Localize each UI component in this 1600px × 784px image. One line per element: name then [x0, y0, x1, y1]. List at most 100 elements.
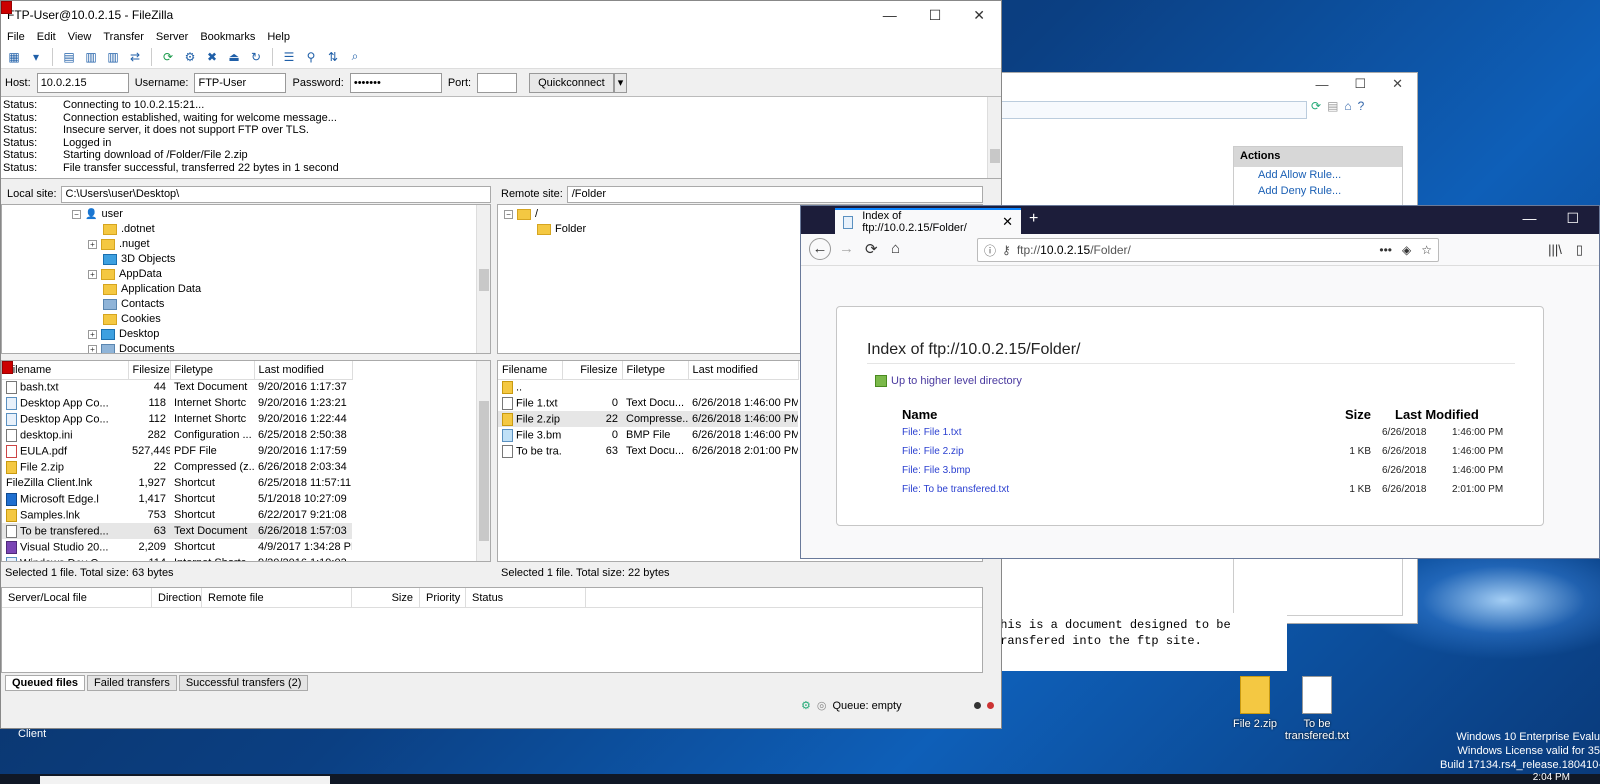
col-filesize[interactable]: Filesize	[128, 361, 171, 380]
file-row[interactable]: To be transfered... 63 Text Document 6/26/2…	[2, 523, 352, 539]
library-icon[interactable]: |||\	[1548, 242, 1562, 258]
desktop-icon-file2zip[interactable]: File 2.zip	[1220, 676, 1290, 730]
file-row[interactable]: File 3.bmp 0 BMP File 6/26/2018 1:46:00 PM	[498, 427, 798, 443]
file-row[interactable]: Windows Dev C... 114Internet Shortc9/20/2…	[2, 555, 352, 561]
password-input[interactable]	[349, 72, 442, 93]
expand-toggle-icon[interactable]: +	[88, 240, 97, 249]
file-row[interactable]: desktop.ini 282 Configuration ... 6/25/2018…	[2, 427, 352, 443]
tree-item[interactable]: .dotnet	[2, 222, 490, 237]
menu-view[interactable]: View	[68, 31, 92, 43]
host-input[interactable]	[36, 72, 129, 93]
minimize-icon[interactable]: —	[1315, 77, 1328, 92]
remote-path-input[interactable]: /Folder	[566, 185, 983, 203]
tree-item[interactable]: Contacts	[2, 297, 490, 312]
col-last-modified[interactable]: Last Modified	[1381, 405, 1511, 423]
tree-item[interactable]: − 👤 user	[2, 207, 490, 222]
gear-icon[interactable]: ⚙	[801, 699, 811, 712]
quickconnect-button[interactable]: Quickconnect	[529, 72, 614, 93]
browser-tab[interactable]: Index of ftp://10.0.2.15/Folder/ ✕	[835, 208, 1021, 234]
file-row[interactable]: File 2.zip 22 Compressed (z... 6/26/2018 2:…	[2, 459, 352, 475]
cancel-icon[interactable]: ✖	[203, 48, 221, 66]
tree-item[interactable]: + Desktop	[2, 327, 490, 342]
local-tree-scrollbar[interactable]	[476, 205, 490, 353]
taskbar-search-box[interactable]	[40, 776, 330, 784]
toggle-log-icon[interactable]: ▤	[60, 48, 78, 66]
up-link-text[interactable]: Up to higher level directory	[891, 375, 1022, 387]
col-direction[interactable]: Direction	[152, 588, 202, 607]
menu-server[interactable]: Server	[156, 31, 188, 43]
log-scrollbar[interactable]	[987, 97, 1001, 178]
menu-transfer[interactable]: Transfer	[103, 31, 144, 43]
file-row[interactable]: FileZilla Client.lnk 1,927 Shortcut 6/25/20…	[2, 361, 352, 491]
file-row[interactable]: Desktop App Co... 112 Internet Shortc 9/20/…	[2, 411, 352, 427]
toggle-queue-icon[interactable]: ⇄	[126, 48, 144, 66]
tab-queued-files[interactable]: Queued files	[5, 675, 86, 691]
scroll-thumb[interactable]	[479, 269, 489, 291]
col-name[interactable]: Name	[901, 405, 1321, 423]
username-input[interactable]	[194, 72, 287, 93]
maximize-icon[interactable]: ☐	[1354, 76, 1366, 92]
bookmark-star-icon[interactable]: ☆	[1421, 243, 1432, 257]
sync-browse-icon[interactable]: ⇅	[324, 48, 342, 66]
dropdown-arrow-icon[interactable]: ▾	[27, 48, 45, 66]
refresh-icon[interactable]: ⟳	[159, 48, 177, 66]
home-icon[interactable]: ⌂	[1344, 99, 1351, 113]
expand-toggle-icon[interactable]: −	[504, 210, 513, 219]
tree-item[interactable]: Cookies	[2, 312, 490, 327]
col-filename[interactable]: Filename	[498, 361, 563, 380]
file-row[interactable]: EULA.pdf 527,449 PDF File 9/20/2016 1:17:59	[2, 443, 352, 459]
file-row[interactable]: Desktop App Co... 118 Internet Shortc 9/20/…	[2, 395, 352, 411]
scroll-thumb[interactable]	[479, 401, 489, 541]
reload-icon[interactable]: ⟳	[865, 240, 878, 258]
desktop-icon-tobetransfered[interactable]: To be transfered.txt	[1282, 676, 1352, 742]
file-link[interactable]: File: To be transfered.txt	[902, 484, 1009, 495]
file-row[interactable]: Visual Studio 20... 2,209 Shortcut 4/9/2017…	[2, 539, 352, 555]
quickconnect-dropdown-icon[interactable]: ▾	[613, 72, 628, 93]
sidebar-icon[interactable]: ▯	[1576, 242, 1583, 258]
col-size[interactable]: Size	[352, 588, 420, 607]
toggle-local-tree-icon[interactable]: ▥	[82, 48, 100, 66]
speed-limit-icon[interactable]: ◎	[817, 699, 827, 712]
binoculars-icon[interactable]: ⌕	[346, 48, 364, 66]
toggle-remote-tree-icon[interactable]: ▥	[104, 48, 122, 66]
page-actions-icon[interactable]: •••	[1379, 243, 1392, 257]
tree-item[interactable]: 3D Objects	[2, 252, 490, 267]
info-icon[interactable]: ⓘ	[984, 242, 996, 259]
menu-help[interactable]: Help	[267, 31, 290, 43]
pocket-icon[interactable]: ◈	[1402, 243, 1411, 257]
file-row[interactable]: To be tra... 63 Text Docu... 6/26/2018 2:01…	[498, 443, 798, 459]
export-icon[interactable]: ▤	[1327, 99, 1338, 113]
maximize-icon[interactable]: ☐	[929, 7, 942, 24]
col-filesize[interactable]: Filesize	[562, 361, 623, 380]
local-files-scrollbar[interactable]	[476, 361, 490, 561]
col-remote-file[interactable]: Remote file	[202, 588, 352, 607]
tree-item[interactable]: + .nuget	[2, 237, 490, 252]
minimize-icon[interactable]: —	[1522, 210, 1536, 227]
url-bar[interactable]: ⓘ ⚷ ftp://10.0.2.15/Folder/ ••• ◈ ☆	[977, 238, 1439, 262]
process-queue-icon[interactable]: ⚙	[181, 48, 199, 66]
tree-item[interactable]: + Documents	[2, 342, 490, 353]
expand-toggle-icon[interactable]: −	[72, 210, 81, 219]
local-path-input[interactable]: C:\Users\user\Desktop\	[60, 185, 491, 203]
maximize-icon[interactable]: ☐	[1566, 210, 1579, 227]
file-link[interactable]: File: File 2.zip	[902, 446, 964, 457]
tab-failed-transfers[interactable]: Failed transfers	[87, 675, 177, 691]
add-deny-rule-link[interactable]: Add Deny Rule...	[1234, 183, 1402, 199]
menu-bookmarks[interactable]: Bookmarks	[200, 31, 255, 43]
col-priority[interactable]: Priority	[420, 588, 466, 607]
close-icon[interactable]: ✕	[973, 7, 985, 24]
menu-file[interactable]: File	[7, 31, 25, 43]
tree-item[interactable]: + AppData	[2, 267, 490, 282]
site-manager-icon[interactable]: ▦	[5, 48, 23, 66]
add-allow-rule-link[interactable]: Add Allow Rule...	[1234, 167, 1402, 183]
port-input[interactable]	[477, 72, 518, 93]
expand-toggle-icon[interactable]: +	[88, 330, 97, 339]
tab-successful-transfers[interactable]: Successful transfers (2)	[178, 675, 309, 691]
file-link[interactable]: File: File 1.txt	[902, 427, 961, 438]
close-icon[interactable]: ✕	[1392, 76, 1403, 92]
file-row[interactable]: Samples.lnk 753 Shortcut 6/22/2017 9:21:08	[2, 507, 352, 523]
back-icon[interactable]: ←	[809, 238, 831, 260]
col-filetype[interactable]: Filetype	[170, 361, 255, 380]
col-filetype[interactable]: Filetype	[622, 361, 689, 380]
file-row[interactable]: File 2.zip 22 Compresse... 6/26/2018 1:46:0…	[498, 411, 798, 427]
